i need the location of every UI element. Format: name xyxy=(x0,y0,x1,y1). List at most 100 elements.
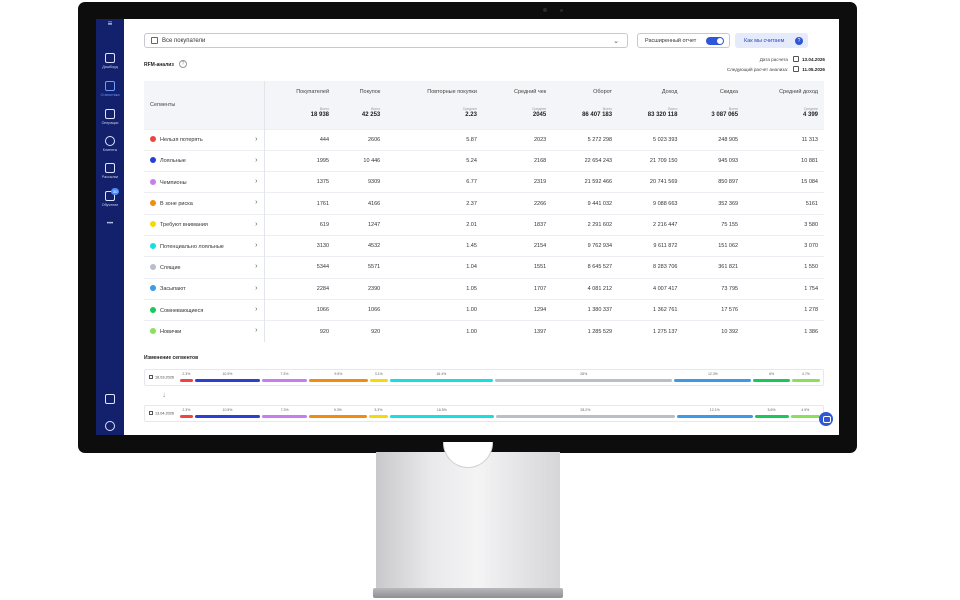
segment-color-dot xyxy=(150,263,156,270)
sidebar-item-settings[interactable] xyxy=(96,421,124,431)
col-total: Среднее 2.23 xyxy=(386,103,483,129)
table-cell: 3 580 xyxy=(744,213,824,236)
calendar-icon xyxy=(793,56,799,62)
table-cell: 4532 xyxy=(335,234,387,257)
table-row[interactable]: В зоне риска › 1761 4166 2.37 2266 9 441 032 9 … xyxy=(144,192,824,215)
segment-percent: 5.6% xyxy=(767,408,776,412)
segment-percent: 10.5% xyxy=(222,372,233,376)
col-header: Покупателей xyxy=(264,81,336,103)
segment-changes-title: Изменение сегментов xyxy=(144,355,199,361)
table-cell: 9 441 032 xyxy=(552,192,619,215)
segment-color-dot xyxy=(150,221,156,228)
segment-cell[interactable]: Новички › xyxy=(144,320,265,342)
segment-cell[interactable]: В зоне риска › xyxy=(144,192,265,215)
segment-cell[interactable]: Спящие › xyxy=(144,256,265,279)
info-icon[interactable]: ? xyxy=(179,60,187,68)
table-cell: 1066 xyxy=(264,298,336,321)
segment-color-dot xyxy=(150,285,156,292)
col-total: Всего 3 087 065 xyxy=(683,103,745,129)
total-label: Среднее xyxy=(532,107,547,111)
next-date-value: 11.05.2026 xyxy=(802,67,825,72)
table-cell: 5 272 298 xyxy=(552,128,619,151)
segment-cell[interactable]: Нельзя потерять › xyxy=(144,128,265,151)
sidebar-item-operations[interactable]: Операции xyxy=(96,109,124,125)
table-row[interactable]: Лояльные › 1995 10 446 5.24 2168 22 654 243 21 … xyxy=(144,149,824,172)
total-value: 3 087 065 xyxy=(711,112,739,118)
segment-color-dot xyxy=(150,136,156,143)
segment-cell[interactable]: Потенциально лояльные › xyxy=(144,234,265,257)
toggle-switch[interactable] xyxy=(706,37,724,45)
table-cell: 22 654 243 xyxy=(552,149,619,172)
table-cell: 945 093 xyxy=(683,149,745,172)
mailing-icon xyxy=(105,163,115,173)
menu-icon[interactable]: ≡ xyxy=(96,19,124,28)
segment-bar xyxy=(676,415,753,418)
segment-color-dot xyxy=(150,328,156,335)
chevron-right-icon: › xyxy=(255,178,258,186)
segment-percent: 9.5% xyxy=(334,372,343,376)
extended-report-label: Расширенный отчет xyxy=(645,37,697,44)
chat-icon[interactable] xyxy=(819,412,833,426)
sidebar-item-add[interactable] xyxy=(96,394,124,404)
table-row[interactable]: Сомневающиеся › 1066 1066 1.00 1294 1 380 337 1… xyxy=(144,298,824,321)
segments-header: Сегменты xyxy=(144,81,265,129)
calendar-icon xyxy=(151,37,158,44)
chevron-down-icon: ⌄ xyxy=(613,38,619,45)
segment-name: Нельзя потерять xyxy=(160,137,203,144)
table-row[interactable]: Нельзя потерять › 444 2606 5.87 2023 5 272 298… xyxy=(144,128,824,151)
segment-percent: 7.3% xyxy=(280,408,289,412)
segment-cell[interactable]: Лояльные › xyxy=(144,149,265,172)
more-icon[interactable]: ••• xyxy=(96,221,124,227)
table-cell: 1 362 761 xyxy=(618,298,684,321)
col-header: Оборот xyxy=(552,81,619,103)
total-label: Всего xyxy=(728,107,739,111)
total-value: 2045 xyxy=(532,112,547,118)
sidebar-item-clients[interactable]: Клиенты xyxy=(96,136,124,152)
segment-percent: 6% xyxy=(769,372,775,376)
segment-cell[interactable]: Требуют внимания › xyxy=(144,213,265,236)
table-row[interactable]: Чемпионы › 1375 9309 6.77 2319 21 592 466 20 74… xyxy=(144,171,824,193)
table-cell: 2266 xyxy=(482,192,553,215)
segment-color-dot xyxy=(150,157,156,164)
table-row[interactable]: Требуют внимания › 619 1247 2.01 1837 2 291 60… xyxy=(144,213,824,236)
sidebar-item-statistics[interactable]: Статистика xyxy=(96,81,124,97)
table-cell: 73 795 xyxy=(683,277,745,300)
total-value: 2.23 xyxy=(465,112,477,118)
chevron-right-icon: › xyxy=(255,327,258,335)
table-row[interactable]: Спящие › 5344 5571 1.04 1551 8 645 527 8 283 70… xyxy=(144,256,824,279)
sidebar-item-dashboard[interactable]: Дашборд xyxy=(96,53,124,69)
table-row[interactable]: Засыпают › 2284 2390 1.05 1707 4 081 212 4 007 … xyxy=(144,277,824,300)
segment-bar xyxy=(194,415,261,418)
extended-report-toggle[interactable]: Расширенный отчет xyxy=(637,33,730,48)
total-value: 4 399 xyxy=(802,112,818,118)
segment-bar xyxy=(790,415,820,418)
segment-percent: 28% xyxy=(580,372,588,376)
how-we-count-button[interactable]: Как мы считаем ? xyxy=(735,33,808,48)
segment-percent: 16.5% xyxy=(436,408,447,412)
total-value: 42 253 xyxy=(361,112,381,118)
col-total: Среднее 2045 xyxy=(482,103,553,129)
customer-filter-select[interactable]: Все покупатели ⌄ xyxy=(144,33,628,48)
segment-percent: 7.3% xyxy=(280,372,289,376)
segment-name: Потенциально лояльные xyxy=(160,243,224,250)
col-total: Всего 42 253 xyxy=(335,103,387,129)
chevron-right-icon: › xyxy=(255,156,258,164)
table-cell: 5.87 xyxy=(386,128,483,151)
segment-cell[interactable]: Сомневающиеся › xyxy=(144,298,265,321)
total-label: Всего xyxy=(668,107,678,111)
table-cell: 21 592 466 xyxy=(552,171,619,193)
sidebar-item-mailing[interactable]: Рассылки xyxy=(96,163,124,179)
segment-bar xyxy=(309,415,367,418)
segment-name: Спящие xyxy=(160,264,181,271)
table-cell: 920 xyxy=(335,320,387,342)
sidebar-item-learning[interactable]: 30 Обучение xyxy=(96,188,124,207)
table-row[interactable]: Новички › 920 920 1.00 1397 1 285 529 1 275 137… xyxy=(144,320,824,342)
table-cell: 10 881 xyxy=(744,149,824,172)
segment-cell[interactable]: Чемпионы › xyxy=(144,171,265,193)
table-row[interactable]: Потенциально лояльные › 3130 4532 1.45 2154 9 … xyxy=(144,234,824,257)
table-cell: 1 285 529 xyxy=(552,320,619,342)
table-cell: 5161 xyxy=(744,192,824,215)
segment-cell[interactable]: Засыпают › xyxy=(144,277,265,300)
table-cell: 920 xyxy=(264,320,336,342)
sidebar: ≡ Дашборд Статистика Операции Клиенты Ра… xyxy=(96,19,124,435)
